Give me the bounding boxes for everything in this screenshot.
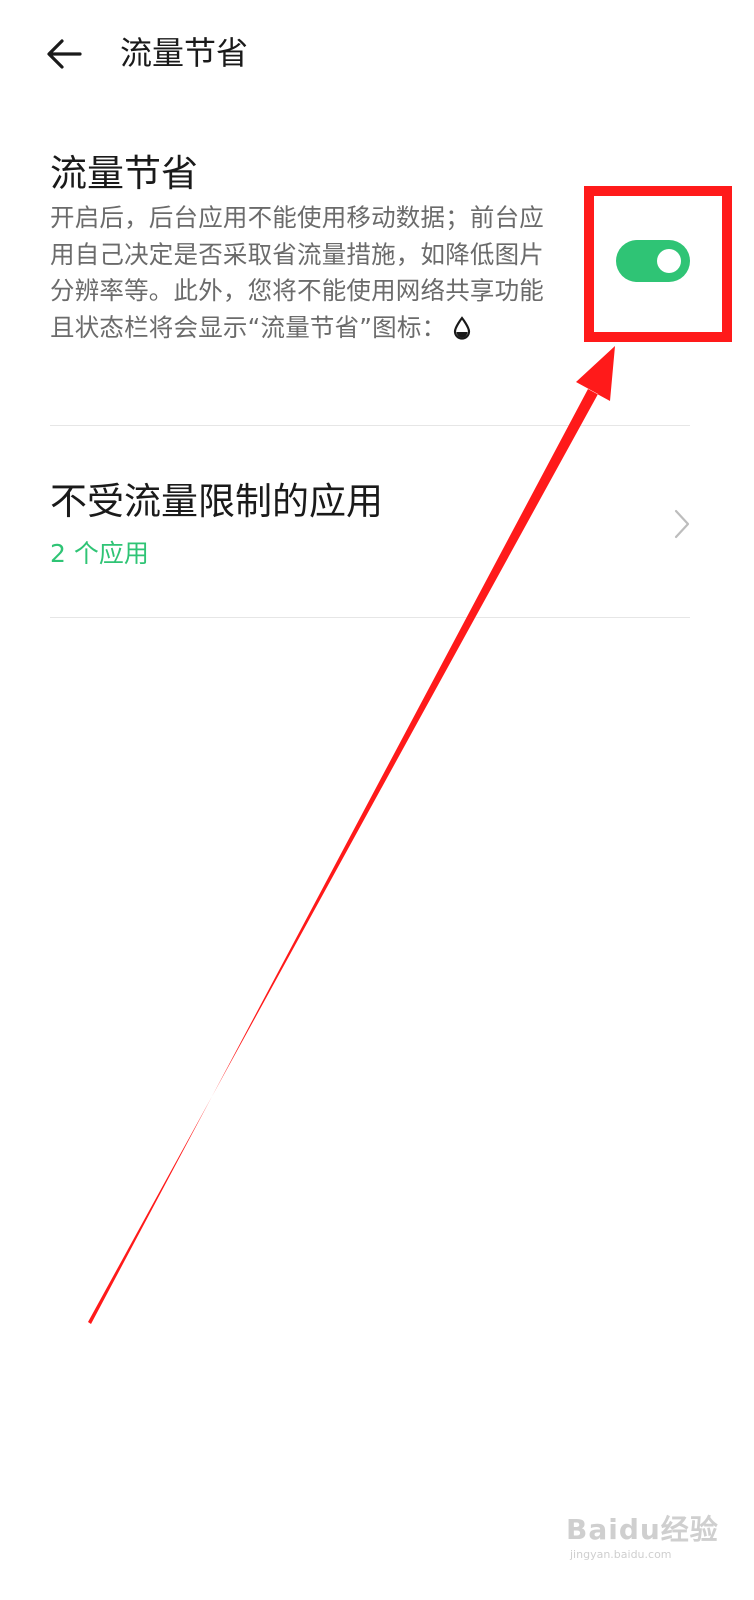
page-title: 流量节省 — [120, 34, 249, 72]
top-app-bar: 流量节省 — [0, 0, 754, 110]
data-saver-toggle[interactable] — [616, 240, 690, 282]
data-saver-setting: 流量节省 开启后，后台应用不能使用移动数据；前台应用自己决定是否采取省流量措施，… — [50, 148, 690, 426]
divider — [50, 617, 690, 618]
unrestricted-apps-title: 不受流量限制的应用 — [50, 480, 383, 523]
watermark-logo: Baidu经验 — [566, 1513, 719, 1546]
data-saver-title: 流量节省 — [50, 152, 198, 195]
baidu-jingyan-watermark: Baidu经验 jingyan.baidu.com — [566, 1496, 718, 1566]
arrow-left-icon — [40, 32, 88, 76]
toggle-knob — [657, 249, 681, 273]
data-saver-description: 开启后，后台应用不能使用移动数据；前台应用自己决定是否采取省流量措施，如降低图片… — [50, 200, 558, 350]
unrestricted-apps-count: 2 个应用 — [50, 539, 149, 568]
watermark-url: jingyan.baidu.com — [570, 1548, 672, 1561]
back-button[interactable] — [40, 32, 88, 76]
divider — [50, 425, 690, 426]
water-drop-icon — [452, 314, 472, 351]
unrestricted-apps-item[interactable]: 不受流量限制的应用 2 个应用 — [50, 476, 690, 576]
chevron-right-icon — [672, 508, 692, 540]
